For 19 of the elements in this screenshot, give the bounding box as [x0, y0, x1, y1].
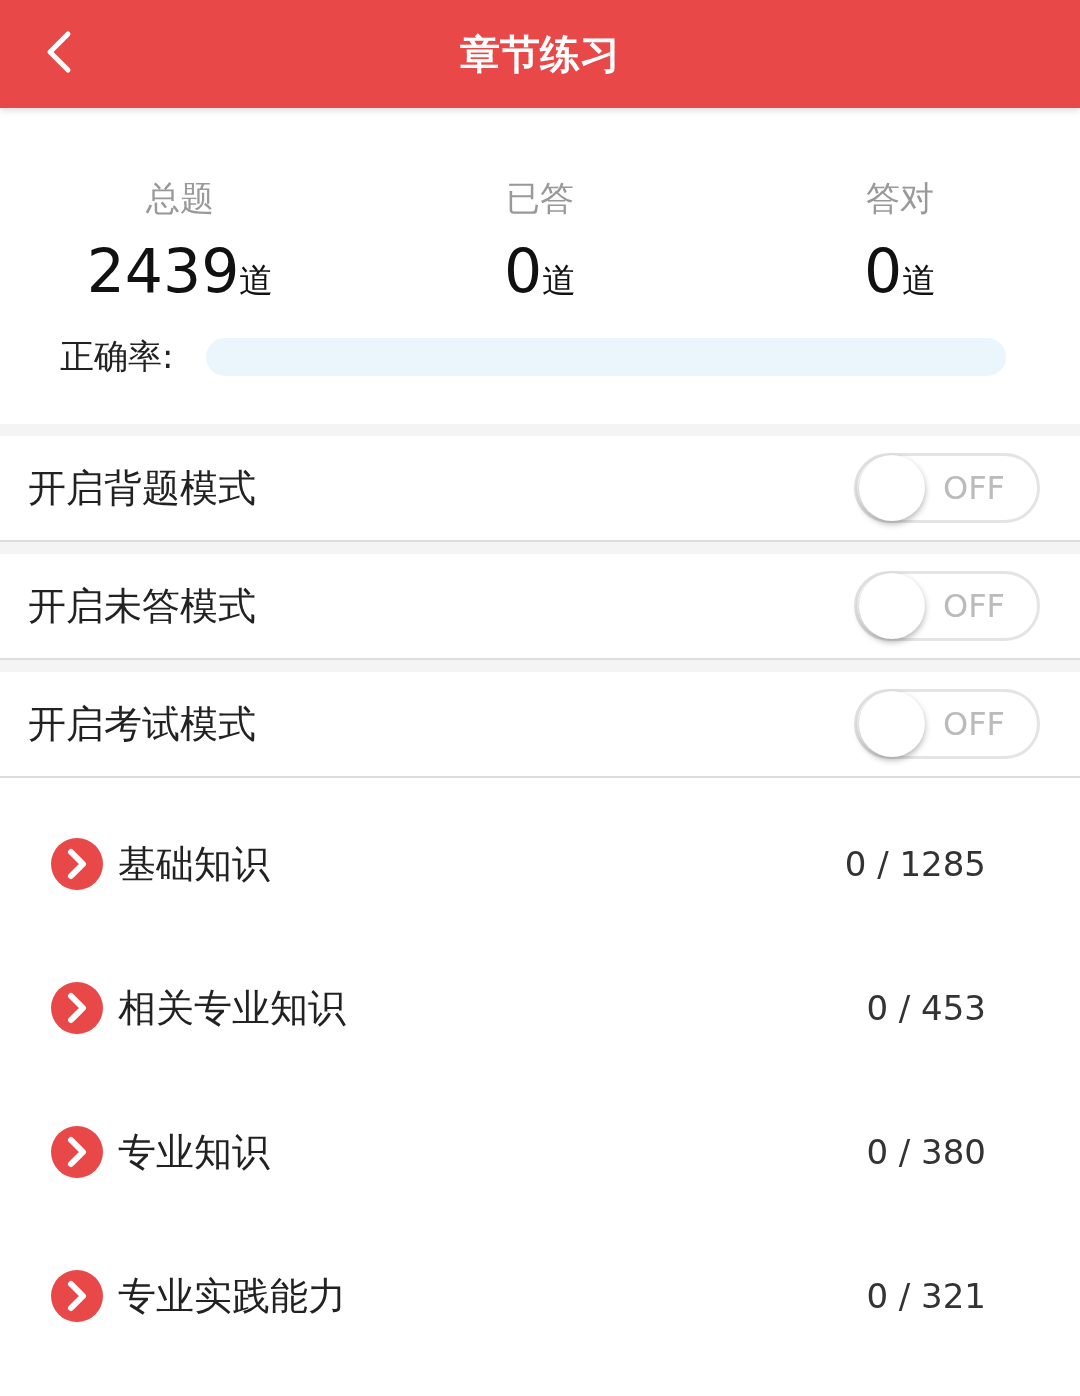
chevron-icon — [50, 837, 104, 891]
mode-label: 开启未答模式 — [28, 582, 256, 630]
accuracy-label: 正确率: — [60, 335, 175, 378]
chapter-item[interactable]: 相关专业知识 0 / 453 — [0, 936, 1080, 1080]
chapter-item[interactable]: 专业知识 0 / 380 — [0, 1080, 1080, 1224]
chapter-item[interactable]: 专业实践能力 0 / 321 — [0, 1224, 1080, 1368]
chevron-icon — [50, 1269, 104, 1323]
mode-label: 开启考试模式 — [28, 700, 256, 748]
stat-value: 0道 — [503, 236, 577, 306]
chapter-item[interactable]: 基础知识 0 / 1285 — [0, 792, 1080, 936]
page-title: 章节练习 — [460, 29, 620, 79]
mode-label: 开启背题模式 — [28, 464, 256, 512]
chevron-icon — [50, 1125, 104, 1179]
stat-label: 总题 — [146, 177, 214, 220]
stat-value: 2439道 — [86, 236, 274, 306]
stat-label: 已答 — [506, 177, 574, 220]
stat-label: 答对 — [866, 177, 934, 220]
stat-value: 0道 — [863, 236, 937, 306]
chevron-icon — [50, 981, 104, 1035]
